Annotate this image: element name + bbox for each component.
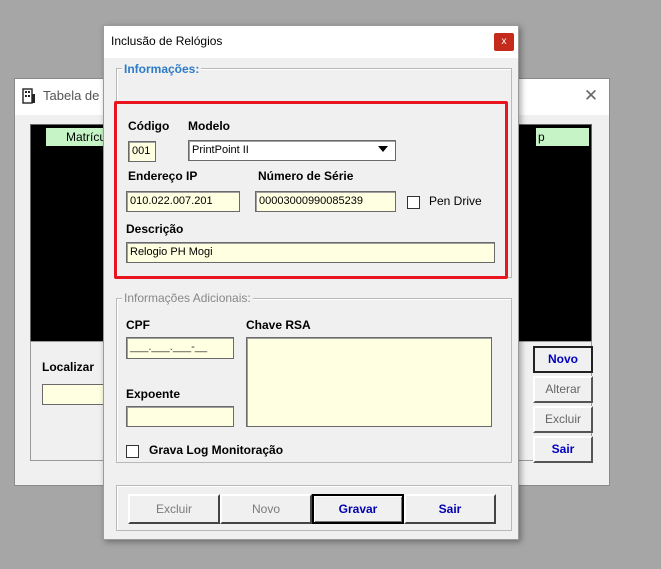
expoente-input[interactable] xyxy=(126,406,234,427)
dialog-button-bar: Excluir Novo Gravar Sair xyxy=(116,485,512,531)
informacoes-group-label: Informações: xyxy=(122,62,202,76)
chave-rsa-label: Chave RSA xyxy=(246,318,311,332)
sair-button[interactable]: Sair xyxy=(404,494,496,524)
dialog-titlebar: Inclusão de Relógios x xyxy=(104,26,518,58)
grid-column-header[interactable]: p xyxy=(536,128,589,146)
background-window-title: Tabela de xyxy=(43,88,100,103)
grava-log-checkbox[interactable] xyxy=(126,445,139,458)
cpf-input[interactable]: ___.___.___-__ xyxy=(126,337,234,359)
localizar-label: Localizar xyxy=(42,360,95,374)
informacoes-adicionais-group-label: Informações Adicionais: xyxy=(122,291,253,305)
dialog-title: Inclusão de Relógios xyxy=(111,34,223,48)
gravar-button[interactable]: Gravar xyxy=(312,494,404,524)
close-icon[interactable]: ✕ xyxy=(581,86,601,106)
close-icon[interactable]: x xyxy=(494,33,514,51)
chave-rsa-textarea[interactable] xyxy=(246,337,492,427)
sair-button[interactable]: Sair xyxy=(533,436,593,463)
building-icon xyxy=(21,88,37,104)
excluir-button[interactable]: Excluir xyxy=(533,406,593,433)
novo-button[interactable]: Novo xyxy=(533,346,593,373)
expoente-label: Expoente xyxy=(126,387,181,401)
excluir-button[interactable]: Excluir xyxy=(128,494,220,524)
novo-button[interactable]: Novo xyxy=(220,494,312,524)
cpf-label: CPF xyxy=(126,318,150,332)
alterar-button[interactable]: Alterar xyxy=(533,376,593,403)
highlight-box xyxy=(114,101,508,279)
inclusao-relogios-dialog: Inclusão de Relógios x Informações: Códi… xyxy=(103,25,519,540)
grava-log-label[interactable]: Grava Log Monitoração xyxy=(149,443,283,457)
